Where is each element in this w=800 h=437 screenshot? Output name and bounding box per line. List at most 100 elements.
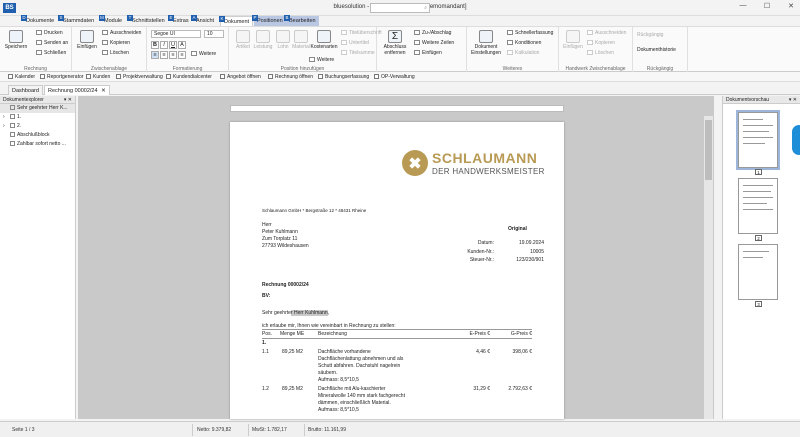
copy-button[interactable]: Kopieren xyxy=(102,40,130,48)
quick-kundendialcenter[interactable]: Kundendialcenter xyxy=(166,73,212,81)
bold-button[interactable]: B xyxy=(151,41,159,49)
salutation[interactable]: Sehr geehrter Herr Kuhlmann, xyxy=(262,310,329,316)
side-panel-handle[interactable] xyxy=(792,125,800,155)
cut-button[interactable]: Ausschneiden xyxy=(102,30,141,38)
more-format-label: Weitere xyxy=(199,51,217,57)
document-explorer-panel: Dokumentexplorer ▾ ✕ Sehr geehrter Herr K… xyxy=(0,96,76,419)
handwerk-delete-button[interactable]: Löschen xyxy=(587,50,614,58)
underline-button[interactable]: U xyxy=(169,41,177,49)
close-button[interactable]: ✕ xyxy=(786,2,796,10)
print-button[interactable]: Drucken xyxy=(36,30,63,38)
quick-buchungserfassung[interactable]: Buchungserfassung xyxy=(318,73,369,81)
document-history-button[interactable]: Dokumenthistorie xyxy=(637,47,676,55)
wage-icon xyxy=(276,30,290,43)
tab-label: Dokumente xyxy=(26,18,55,24)
justify-button[interactable]: ≡ xyxy=(178,51,186,59)
quick-kunden[interactable]: Kunden xyxy=(86,73,110,81)
font-size-select[interactable]: 10 xyxy=(204,30,224,38)
doctab-dashboard[interactable]: Dashboard xyxy=(8,85,43,95)
align-left-button[interactable]: ≡ xyxy=(151,51,159,59)
handwerk-paste-button[interactable]: Einfügen xyxy=(561,30,585,50)
zu-abschlag-button[interactable]: Zu-/Abschlag xyxy=(414,30,451,38)
tab-module[interactable]: M Module xyxy=(99,15,125,26)
tree-item[interactable]: Abschlußblock xyxy=(0,131,75,140)
close-icon[interactable]: ✕ xyxy=(101,88,106,94)
quick-rechnung-oeffnen[interactable]: Rechnung öffnen xyxy=(268,73,313,81)
expand-icon[interactable]: › xyxy=(3,113,5,122)
tree-item[interactable]: Zahlbar sofort netto ... xyxy=(0,140,75,149)
page-thumbnail[interactable] xyxy=(738,244,778,300)
italic-button[interactable]: I xyxy=(160,41,168,49)
document-settings-button[interactable]: Dokument Einstellungen xyxy=(471,30,501,56)
horizontal-ruler[interactable] xyxy=(230,105,564,112)
konditionen-button[interactable]: Konditionen xyxy=(507,40,541,48)
thumb-line xyxy=(743,251,769,252)
tab-stammdaten[interactable]: S Stammdaten xyxy=(58,15,97,26)
key-badge: T xyxy=(127,15,133,21)
quick-projektverwaltung[interactable]: Projektverwaltung xyxy=(116,73,163,81)
add-untertitel-button[interactable]: Untertitel xyxy=(341,40,369,48)
maximize-button[interactable]: ☐ xyxy=(762,2,772,10)
page-thumbnail[interactable] xyxy=(736,110,780,170)
quick-toolbar: Kalender Reportgenerator Kunden Projektv… xyxy=(0,72,800,82)
undo-button[interactable]: Rückgängig xyxy=(637,32,663,40)
vertical-scrollbar[interactable] xyxy=(704,116,713,419)
tree-item[interactable]: › 2. xyxy=(0,122,75,131)
group-zwischenablage: Einfügen Ausschneiden Kopieren Löschen Z… xyxy=(72,27,147,73)
panel-pin-icon[interactable]: ▾ ✕ xyxy=(789,96,797,104)
more-format-button[interactable]: Weitere xyxy=(191,51,216,59)
tab-schnittstellen[interactable]: T Schnittstellen xyxy=(127,15,168,26)
handwerk-cut-button[interactable]: Ausschneiden xyxy=(587,30,626,38)
expand-icon[interactable]: › xyxy=(3,122,5,131)
paste-button[interactable]: Einfügen xyxy=(75,30,99,50)
tab-dokumente[interactable]: D Dokumente xyxy=(21,15,57,26)
quick-reportgenerator[interactable]: Reportgenerator xyxy=(40,73,83,81)
handwerk-delete-label: Löschen xyxy=(595,50,614,56)
tab-extras[interactable]: E Extras xyxy=(168,15,192,26)
tree-item[interactable]: › 1. xyxy=(0,113,75,122)
close-document-button[interactable]: Schließen xyxy=(36,50,66,58)
scrollbar-thumb[interactable] xyxy=(705,120,712,180)
document-page[interactable]: SCHLAUMANN DER HANDWERKSMEISTER Schlauma… xyxy=(230,122,564,419)
page-thumbnail[interactable] xyxy=(738,178,778,234)
sender-line: Schlaumann GmbH * Bergstraße 12 * 48431 … xyxy=(262,208,367,213)
send-button[interactable]: Senden an xyxy=(36,40,68,48)
kalkulation-button[interactable]: Kalkulation xyxy=(507,50,539,58)
tab-ansicht[interactable]: A Ansicht xyxy=(191,15,217,26)
font-color-button[interactable]: A xyxy=(178,41,186,49)
add-titelueberschrift-button[interactable]: Titelüberschrift xyxy=(341,30,382,38)
tree-item-label: Abschlußblock xyxy=(17,132,50,138)
more-lines-button[interactable]: Weitere Zeilen xyxy=(414,40,454,48)
tab-bearbeiten[interactable]: B Bearbeiten xyxy=(284,15,319,26)
quick-label: Rechnung öffnen xyxy=(275,74,313,80)
insert-button[interactable]: Einfügen xyxy=(414,50,442,58)
company-logo: SCHLAUMANN DER HANDWERKSMEISTER xyxy=(402,148,552,182)
remove-abschluss-button[interactable]: Σ Abschluss entfernen xyxy=(380,30,410,56)
quick-kalender[interactable]: Kalender xyxy=(8,73,35,81)
quick-op-verwaltung[interactable]: OP-Verwaltung xyxy=(374,73,415,81)
add-titelsumme-button[interactable]: Titelsumme xyxy=(341,50,375,58)
tree-item[interactable]: Sehr geehrter Herr K... xyxy=(0,104,75,113)
minimize-button[interactable]: — xyxy=(738,2,748,10)
schnellerfassung-button[interactable]: Schnellerfassung xyxy=(507,30,553,38)
align-center-button[interactable]: ≡ xyxy=(160,51,168,59)
more-positions-button[interactable]: Weitere xyxy=(309,57,334,65)
col-gpreis: G-Preis € xyxy=(510,331,532,337)
tab-positionen[interactable]: P Positionen xyxy=(252,15,286,26)
search-input[interactable]: ⌕ xyxy=(370,3,430,13)
add-kostenarten-button[interactable]: Kostenarten xyxy=(309,30,339,50)
tab-dokument[interactable]: K Dokument xyxy=(219,16,254,26)
invoice-heading: Rechnung 00002/24 xyxy=(262,282,309,288)
font-family-select[interactable]: Segoe UI xyxy=(151,30,201,38)
lines-icon xyxy=(414,40,420,45)
delete-button[interactable]: Löschen xyxy=(102,50,129,58)
panel-pin-icon[interactable]: ▾ ✕ xyxy=(64,96,72,104)
quick-angebot-oeffnen[interactable]: Angebot öffnen xyxy=(220,73,261,81)
page-number: 2 xyxy=(755,235,762,241)
handwerk-copy-button[interactable]: Kopieren xyxy=(587,40,615,48)
save-button[interactable]: Speichern xyxy=(4,30,28,50)
doctab-rechnung[interactable]: Rechnung 00002/24 ✕ xyxy=(44,85,110,95)
align-right-button[interactable]: ≡ xyxy=(169,51,177,59)
list-icon xyxy=(309,57,315,62)
thumb-line xyxy=(743,143,765,144)
